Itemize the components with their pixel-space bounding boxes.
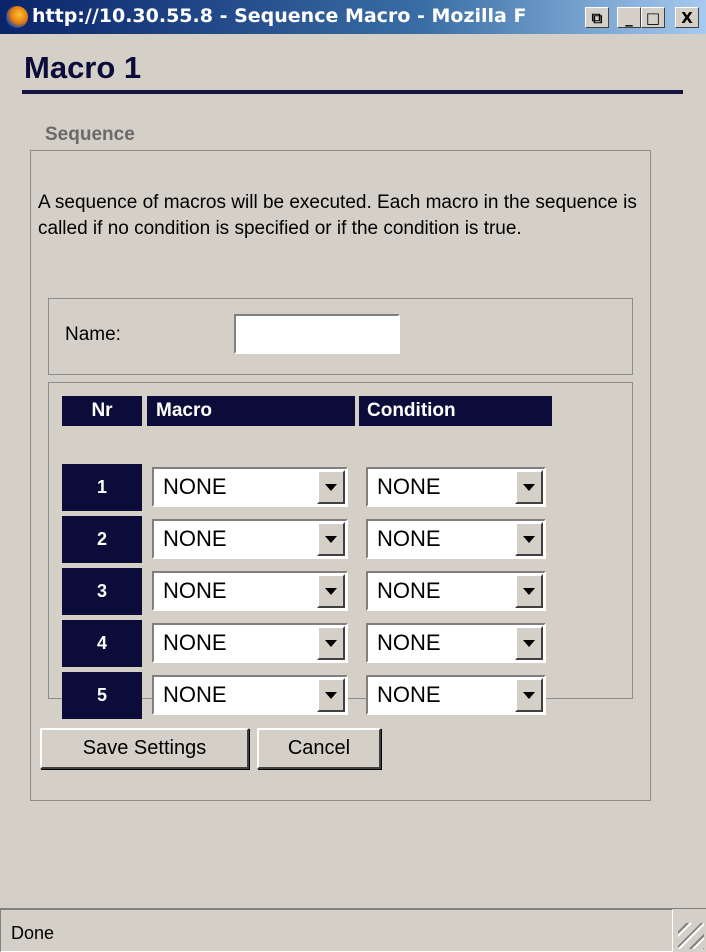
description-text: A sequence of macros will be executed. E… xyxy=(38,192,637,239)
window-titlebar: http://10.30.55.8 - Sequence Macro - Moz… xyxy=(0,0,706,34)
dropdown-arrow-icon[interactable] xyxy=(317,574,345,608)
row-number-cell: 4 xyxy=(62,620,142,667)
condition-select-value: NONE xyxy=(377,682,441,707)
macro-select[interactable]: NONE xyxy=(152,623,348,663)
macro-select-value: NONE xyxy=(163,682,227,707)
column-header-macro: Macro xyxy=(147,396,355,426)
close-button[interactable]: X xyxy=(675,7,699,28)
name-label: Name: xyxy=(65,324,121,345)
dropdown-arrow-icon[interactable] xyxy=(515,626,543,660)
condition-select[interactable]: NONE xyxy=(366,571,546,611)
macro-select[interactable]: NONE xyxy=(152,467,348,507)
save-settings-button[interactable]: Save Settings xyxy=(40,728,249,769)
dropdown-arrow-icon[interactable] xyxy=(317,678,345,712)
minimize-button[interactable]: _ xyxy=(617,7,641,28)
resize-grip-icon[interactable] xyxy=(678,923,704,949)
row-number-cell: 1 xyxy=(62,464,142,511)
window-title: http://10.30.55.8 - Sequence Macro - Moz… xyxy=(32,5,527,27)
dropdown-arrow-icon[interactable] xyxy=(317,470,345,504)
condition-select-value: NONE xyxy=(377,474,441,499)
condition-select-value: NONE xyxy=(377,630,441,655)
title-divider xyxy=(22,90,683,94)
macro-select[interactable]: NONE xyxy=(152,519,348,559)
status-bar: Done xyxy=(0,908,706,952)
macro-select-value: NONE xyxy=(163,630,227,655)
macro-select[interactable]: NONE xyxy=(152,675,348,715)
condition-select[interactable]: NONE xyxy=(366,675,546,715)
macro-select-value: NONE xyxy=(163,474,227,499)
page-title: Macro 1 xyxy=(24,50,142,85)
dropdown-arrow-icon[interactable] xyxy=(515,574,543,608)
row-number-cell: 3 xyxy=(62,568,142,615)
macro-select-value: NONE xyxy=(163,578,227,603)
condition-select-value: NONE xyxy=(377,526,441,551)
name-input[interactable] xyxy=(234,314,400,354)
status-text: Done xyxy=(0,909,673,952)
macro-select[interactable]: NONE xyxy=(152,571,348,611)
restore-icon[interactable]: ⧉ xyxy=(585,7,609,28)
firefox-icon xyxy=(6,6,28,28)
maximize-button[interactable]: □ xyxy=(641,7,665,28)
row-number-cell: 2 xyxy=(62,516,142,563)
condition-select[interactable]: NONE xyxy=(366,519,546,559)
dropdown-arrow-icon[interactable] xyxy=(515,470,543,504)
macro-select-value: NONE xyxy=(163,526,227,551)
condition-select[interactable]: NONE xyxy=(366,467,546,507)
dropdown-arrow-icon[interactable] xyxy=(515,678,543,712)
cancel-button[interactable]: Cancel xyxy=(257,728,381,769)
dropdown-arrow-icon[interactable] xyxy=(317,626,345,660)
dropdown-arrow-icon[interactable] xyxy=(515,522,543,556)
condition-select[interactable]: NONE xyxy=(366,623,546,663)
section-legend: Sequence xyxy=(45,124,135,145)
condition-select-value: NONE xyxy=(377,578,441,603)
column-header-condition: Condition xyxy=(359,396,552,426)
row-number-cell: 5 xyxy=(62,672,142,719)
column-header-nr: Nr xyxy=(62,396,142,426)
dropdown-arrow-icon[interactable] xyxy=(317,522,345,556)
